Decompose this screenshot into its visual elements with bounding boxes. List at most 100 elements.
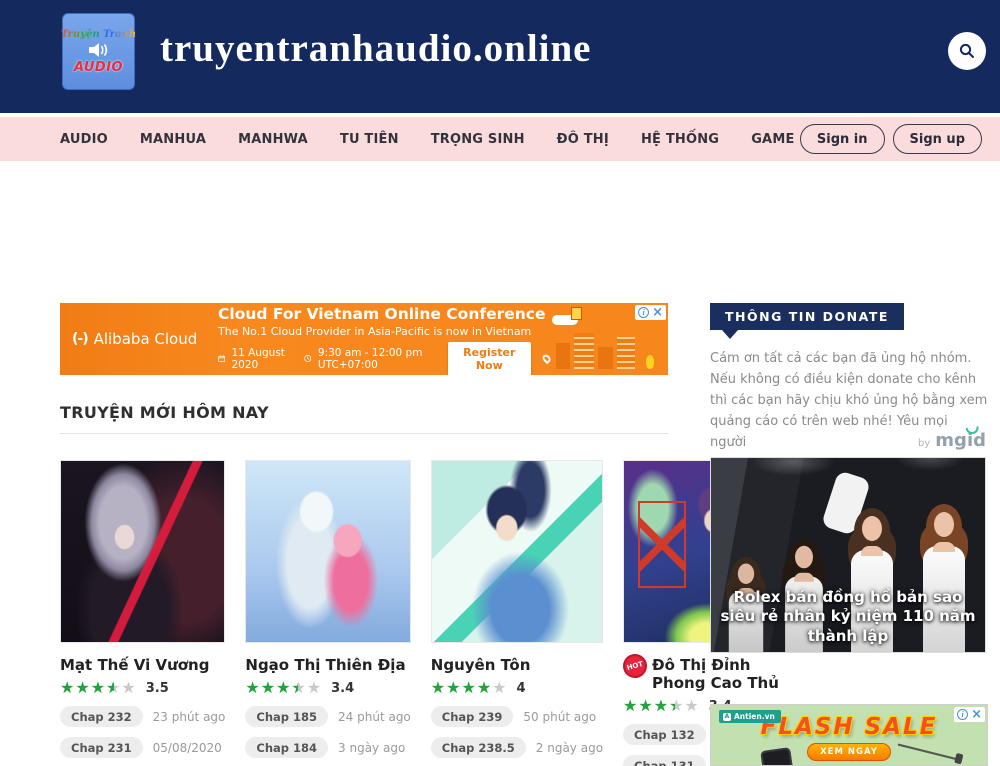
rating-value: 3.5: [146, 681, 169, 696]
chapter-chip[interactable]: Chap 232: [60, 706, 143, 727]
phone-image: [760, 747, 796, 766]
comic-title-text: Ngạo Thị Thiên Địa: [245, 656, 405, 674]
comic-title-text: Mạt Thế Vi Vương: [60, 656, 209, 674]
ad-subheadline: The No.1 Cloud Provider in Asia-Pacific …: [218, 325, 550, 338]
chapter-chip[interactable]: Chap 184: [245, 737, 328, 758]
chapter-chip[interactable]: Chap 131: [623, 755, 706, 766]
ad-time: 9:30 am - 12:00 pm UTC+07:00: [318, 347, 432, 371]
nav-item-audio[interactable]: AUDIO: [60, 132, 108, 147]
ad-close-icon[interactable]: ×: [652, 306, 663, 319]
chapter-row: Chap 184 3 ngày ago: [245, 737, 410, 758]
photo-ad-caption: Rolex bán đồng hồ bản sao siêu rẻ nhân k…: [711, 588, 985, 647]
site-logo[interactable]: Truyện Tranh AUDIO: [62, 13, 135, 90]
main-navbar: AUDIO MANHUA MANHWA TU TIÊN TRỌNG SINH Đ…: [0, 117, 1000, 161]
rating-value: 4: [517, 681, 526, 696]
star-rating-icons: ★★★★★★★★★★: [245, 680, 322, 696]
selfie-stick-image: [898, 744, 959, 761]
building-shape: [574, 333, 594, 369]
comic-title[interactable]: Mạt Thế Vi Vương: [60, 656, 225, 674]
donate-ribbon: THÔNG TIN DONATE: [710, 303, 904, 330]
ad-close-icon[interactable]: ×: [971, 708, 982, 721]
building-shape: [598, 347, 613, 369]
search-button[interactable]: [948, 32, 986, 70]
comic-cover[interactable]: [431, 460, 603, 643]
chapter-time: 24 phút ago: [338, 710, 411, 724]
alibaba-brand: (-) Alibaba Cloud: [60, 330, 218, 348]
sidebar-photo-ad[interactable]: Rolex bán đồng hồ bản sao siêu rẻ nhân k…: [710, 457, 986, 653]
alibaba-brand-name: Alibaba Cloud: [94, 330, 198, 348]
alibaba-ad-banner[interactable]: (-) Alibaba Cloud Cloud For Vietnam Onli…: [60, 303, 668, 375]
nav-item-manhwa[interactable]: MANHWA: [238, 132, 308, 147]
comic-card-grid: Mạt Thế Vi Vương ★★★★★★★★★★ 3.5 Chap 232…: [60, 460, 668, 766]
register-now-button[interactable]: Register Now: [448, 342, 531, 376]
chapter-time: 23 phút ago: [153, 710, 226, 724]
page: Truyện Tranh AUDIO truyentranhaudio.onli…: [0, 0, 1000, 766]
nav-item-tu-tien[interactable]: TU TIÊN: [340, 132, 399, 147]
site-title[interactable]: truyentranhaudio.online: [160, 26, 592, 71]
sign-up-button[interactable]: Sign up: [893, 124, 982, 154]
flash-ad-brand: Antien.vn: [719, 710, 781, 723]
comic-title[interactable]: HOT Đô Thị Đỉnh Phong Cao Thủ: [623, 656, 785, 692]
ad-decor-box: [571, 307, 582, 320]
search-icon: [958, 42, 976, 60]
face-shape: [738, 563, 754, 584]
face-shape: [862, 516, 882, 541]
hot-badge: HOT: [620, 651, 649, 680]
adchoices-controls: i ×: [954, 707, 985, 722]
rating-value: 3.4: [331, 681, 354, 696]
chapter-row: Chap 238.5 2 ngày ago: [431, 737, 603, 758]
sign-in-button[interactable]: Sign in: [800, 124, 885, 154]
chapter-time: 3 ngày ago: [338, 741, 405, 755]
site-header: Truyện Tranh AUDIO truyentranhaudio.onli…: [0, 0, 1000, 113]
face-shape: [934, 512, 954, 537]
auth-buttons: Sign in Sign up: [800, 124, 982, 154]
alibaba-logo-icon: (-): [72, 331, 88, 347]
xem-ngay-button[interactable]: XEM NGAY: [807, 743, 891, 761]
chapter-chip[interactable]: Chap 239: [431, 706, 514, 727]
chapter-chip[interactable]: Chap 185: [245, 706, 328, 727]
ad-banner-content: Cloud For Vietnam Online Conference The …: [218, 303, 550, 375]
comic-title[interactable]: Ngạo Thị Thiên Địa: [245, 656, 410, 674]
chapter-time: 2 ngày ago: [536, 741, 603, 755]
star-rating-icons: ★★★★★★★★★★: [60, 680, 137, 696]
comic-card: Nguyên Tôn ★★★★★★★★★★ 4 Chap 239 50 phút…: [431, 460, 603, 766]
nav-item-game[interactable]: GAME: [751, 132, 794, 147]
star-rating-icons: ★★★★★★★★★★: [431, 680, 508, 696]
clock-icon: [304, 353, 311, 364]
nav-item-trong-sinh[interactable]: TRỌNG SINH: [431, 132, 525, 147]
mgid-attribution[interactable]: by mgid: [710, 430, 986, 451]
chapter-time: 05/08/2020: [153, 741, 222, 755]
logo-audio-label: AUDIO: [74, 60, 123, 75]
chapter-chip[interactable]: Chap 231: [60, 737, 143, 758]
chapter-row: Chap 231 05/08/2020: [60, 737, 225, 758]
flash-sale-ad[interactable]: Antien.vn FLASH SALE XEM NGAY i ×: [710, 704, 988, 766]
chapter-chip[interactable]: Chap 132: [623, 724, 706, 745]
nav-item-do-thi[interactable]: ĐÔ THỊ: [557, 132, 609, 147]
chapter-chip[interactable]: Chap 238.5: [431, 737, 526, 758]
nav-item-manhua[interactable]: MANHUA: [140, 132, 206, 147]
rating-row: ★★★★★★★★★★ 4: [431, 680, 603, 696]
comic-title[interactable]: Nguyên Tôn: [431, 656, 603, 674]
ad-info-icon[interactable]: i: [638, 307, 649, 318]
mgid-by-label: by: [918, 438, 930, 449]
mgid-logo: mgid: [935, 430, 986, 451]
logo-text: Truyện Tranh: [61, 29, 136, 40]
comic-cover[interactable]: [60, 460, 225, 643]
ad-info-icon[interactable]: i: [957, 709, 968, 720]
comic-title-text: Đô Thị Đỉnh Phong Cao Thủ: [652, 656, 785, 692]
chapter-time: 50 phút ago: [523, 710, 596, 724]
comic-card: Mạt Thế Vi Vương ★★★★★★★★★★ 3.5 Chap 232…: [60, 460, 225, 766]
nav-item-he-thong[interactable]: HỆ THỐNG: [641, 132, 719, 147]
comic-cover[interactable]: [245, 460, 410, 643]
chapter-row: Chap 185 24 phút ago: [245, 706, 410, 727]
building-shape: [556, 343, 570, 369]
face-shape: [795, 546, 813, 569]
speaker-icon: [88, 42, 110, 58]
rating-row: ★★★★★★★★★★ 3.5: [60, 680, 225, 696]
rating-row: ★★★★★★★★★★ 3.4: [245, 680, 410, 696]
ad-details-row: 11 August 2020 9:30 am - 12:00 pm UTC+07…: [218, 342, 550, 376]
ad-date: 11 August 2020: [231, 347, 288, 371]
tree-shape: [646, 355, 654, 369]
nav-items: AUDIO MANHUA MANHWA TU TIÊN TRỌNG SINH Đ…: [0, 132, 795, 147]
star-rating-icons: ★★★★★★★★★★: [623, 698, 700, 714]
